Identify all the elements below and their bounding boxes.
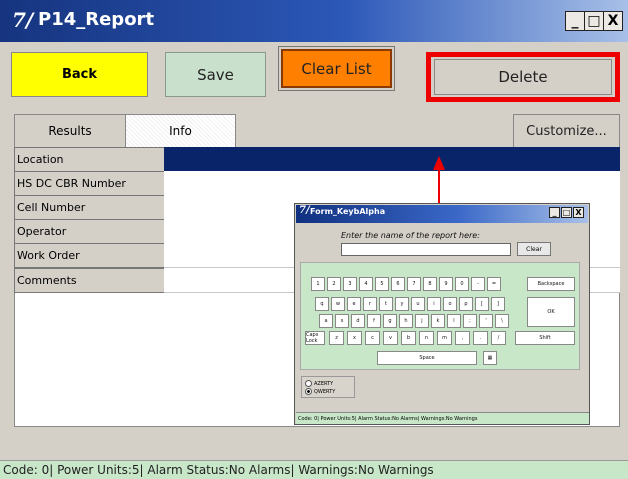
key[interactable]: 8	[423, 277, 437, 291]
radio-icon	[305, 380, 312, 387]
row-label-work-order: Work Order	[14, 243, 165, 268]
app-logo: 7/	[12, 8, 34, 32]
save-button[interactable]: Save	[165, 52, 266, 97]
key[interactable]: z	[329, 331, 344, 345]
key[interactable]: ]	[491, 297, 505, 311]
window-title: P14_Report	[38, 9, 155, 30]
layout-label-qwerty: QWERTY	[314, 388, 336, 395]
key[interactable]: \	[495, 314, 509, 328]
keyboard-close-button[interactable]: X	[573, 207, 584, 218]
tab-info[interactable]: Info	[125, 114, 236, 148]
key[interactable]: s	[335, 314, 349, 328]
key[interactable]: u	[411, 297, 425, 311]
key[interactable]: g	[383, 314, 397, 328]
key[interactable]: l	[447, 314, 461, 328]
key[interactable]: n	[419, 331, 434, 345]
key[interactable]: b	[401, 331, 416, 345]
key[interactable]: f	[367, 314, 381, 328]
key[interactable]: 9	[439, 277, 453, 291]
row-label-location: Location	[14, 147, 165, 172]
report-name-input[interactable]	[341, 243, 511, 256]
row-label-comments: Comments	[14, 268, 165, 293]
report-name-prompt: Enter the name of the report here:	[341, 231, 480, 240]
tab-results[interactable]: Results	[14, 114, 126, 148]
key[interactable]: [	[475, 297, 489, 311]
keyboard-area: 1 2 3 4 5 6 7 8 9 0- = q w e r t y u i o p[] a s d f g h j k l; ' \ z…	[300, 262, 580, 370]
maximize-button[interactable]: □	[584, 11, 604, 31]
clear-list-button[interactable]: Clear List	[278, 46, 395, 91]
status-bar: Code: 0| Power Units:5| Alarm Status:No …	[0, 460, 628, 479]
key[interactable]: .	[473, 331, 488, 345]
radio-selected-icon	[305, 388, 312, 395]
key[interactable]: ;	[463, 314, 477, 328]
key[interactable]: 5	[375, 277, 389, 291]
key[interactable]: k	[431, 314, 445, 328]
key[interactable]: w	[331, 297, 345, 311]
space-key[interactable]: Space	[377, 351, 477, 365]
row-label-operator: Operator	[14, 219, 165, 244]
key[interactable]: j	[415, 314, 429, 328]
key[interactable]: d	[351, 314, 365, 328]
key[interactable]: t	[379, 297, 393, 311]
key[interactable]: y	[395, 297, 409, 311]
row-label-cell-number: Cell Number	[14, 195, 165, 220]
keyboard-status-bar: Code: 0| Power Units:5| Alarm Status:No …	[296, 412, 589, 424]
key[interactable]: x	[347, 331, 362, 345]
key[interactable]: 6	[391, 277, 405, 291]
shift-key[interactable]: Shift	[515, 331, 575, 345]
keyboard-dialog: 7/ Form_KeybAlpha _ □ X Enter the name o…	[294, 203, 590, 425]
keyboard-minimize-button[interactable]: _	[549, 207, 560, 218]
key[interactable]: p	[459, 297, 473, 311]
keyboard-window-title: Form_KeybAlpha	[310, 207, 386, 216]
key[interactable]: o	[443, 297, 457, 311]
key[interactable]: '	[479, 314, 493, 328]
customize-button[interactable]: Customize...	[513, 114, 620, 148]
key[interactable]: 3	[343, 277, 357, 291]
row-value-hs-dc-cbr-number[interactable]	[164, 171, 620, 196]
key[interactable]: 4	[359, 277, 373, 291]
keyboard-app-logo: 7/	[299, 205, 310, 216]
key[interactable]: 0	[455, 277, 469, 291]
close-button[interactable]: X	[603, 11, 623, 31]
caps-lock-key[interactable]: Caps Lock	[305, 331, 325, 345]
keyboard-clear-button[interactable]: Clear	[517, 242, 551, 256]
key[interactable]: v	[383, 331, 398, 345]
key[interactable]: /	[491, 331, 506, 345]
key[interactable]: c	[365, 331, 380, 345]
key[interactable]: m	[437, 331, 452, 345]
key[interactable]: -	[471, 277, 485, 291]
backspace-key[interactable]: Backspace	[527, 277, 575, 291]
key[interactable]: =	[487, 277, 501, 291]
key[interactable]: ,	[455, 331, 470, 345]
key[interactable]: 2	[327, 277, 341, 291]
row-value-location[interactable]	[164, 147, 620, 172]
keyboard-icon[interactable]: ▦	[483, 351, 497, 365]
minimize-button[interactable]: _	[565, 11, 585, 31]
delete-button[interactable]: Delete	[434, 59, 612, 95]
key[interactable]: h	[399, 314, 413, 328]
key[interactable]: r	[363, 297, 377, 311]
ok-key[interactable]: OK	[527, 297, 575, 327]
keyboard-maximize-button[interactable]: □	[561, 207, 572, 218]
key[interactable]: 1	[311, 277, 325, 291]
key[interactable]: q	[315, 297, 329, 311]
row-label-hs-dc-cbr-number: HS DC CBR Number	[14, 171, 165, 196]
key[interactable]: i	[427, 297, 441, 311]
layout-option-azerty[interactable]: AZERTY	[305, 380, 333, 387]
layout-label-azerty: AZERTY	[314, 380, 334, 387]
layout-option-qwerty[interactable]: QWERTY	[305, 388, 335, 395]
key[interactable]: e	[347, 297, 361, 311]
back-button[interactable]: Back	[11, 52, 148, 97]
key[interactable]: 7	[407, 277, 421, 291]
key[interactable]: a	[319, 314, 333, 328]
layout-radio-group: AZERTY QWERTY	[301, 376, 355, 398]
